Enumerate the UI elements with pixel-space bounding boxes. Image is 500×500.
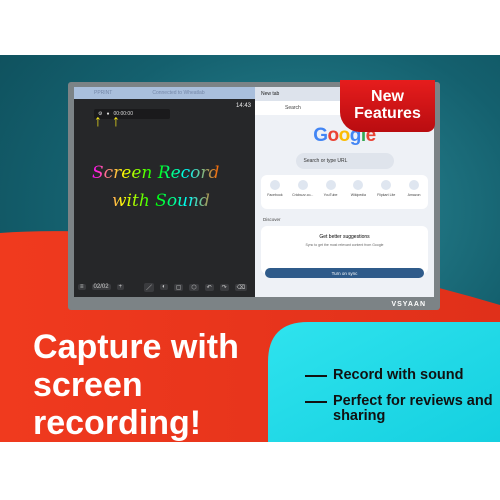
arrow-up-icon: ↑ — [94, 113, 102, 130]
status-text: PPRINT — [94, 90, 113, 96]
redo-icon[interactable]: ↷ — [219, 283, 229, 291]
pen-icon[interactable]: ／ — [144, 282, 155, 292]
shortcut[interactable]: Flipkart Lite — [374, 180, 398, 209]
mic-icon[interactable]: ● — [106, 111, 109, 117]
shortcut[interactable]: Amazon — [402, 180, 426, 209]
feature-list: Record with sound Perfect for reviews an… — [305, 368, 495, 435]
eraser-icon[interactable]: ◐ — [160, 284, 168, 290]
undo-icon[interactable]: ↶ — [204, 283, 214, 291]
feature-item: Perfect for reviews and sharing — [305, 394, 495, 424]
search-input[interactable]: Search or type URL — [295, 153, 394, 169]
discover-label: Discover — [263, 217, 281, 222]
status-text: Connected to Wheatlab — [152, 90, 205, 96]
shortcut[interactable]: YouTube — [319, 180, 343, 209]
arrow-up-icon: ↑ — [112, 113, 120, 130]
page-indicator[interactable]: 02/02 — [91, 284, 111, 290]
headline: Capture with screen recording! — [33, 328, 239, 442]
whiteboard-toolbar: ≡ 02/02 + ／ ◐ ▢ ⬡ ↶ ↷ ⌫ — [74, 281, 255, 293]
clear-icon[interactable]: ⌫ — [234, 283, 248, 291]
shortcut[interactable]: Cricbuzz.co... — [291, 180, 315, 209]
card-text: Sync to get the most relevant content fr… — [305, 243, 384, 247]
new-features-badge: New Features — [340, 80, 435, 132]
select-icon[interactable]: ▢ — [173, 283, 184, 291]
brand-logo: VSYAAN — [391, 301, 426, 308]
whiteboard-pane[interactable]: 14:43 ⚙ ● 00:00:00 ↑ ↑ Screen Record with S… — [74, 99, 255, 297]
clock: 14:43 — [235, 103, 251, 109]
card-title: Get better suggestions — [319, 234, 370, 240]
shape-icon[interactable]: ⬡ — [189, 283, 199, 291]
feature-item: Record with sound — [305, 368, 495, 383]
shortcut[interactable]: Wikipedia — [346, 180, 370, 209]
shortcuts: Facebook Cricbuzz.co... YouTube Wikipedi… — [261, 175, 428, 209]
recording-toolbar[interactable]: ⚙ ● 00:00:00 — [94, 109, 170, 119]
sync-button[interactable]: Turn on sync — [265, 268, 424, 278]
handwriting: Screen Record with Sound — [92, 159, 219, 215]
shortcut[interactable]: Facebook — [263, 180, 287, 209]
add-page-icon[interactable]: + — [116, 284, 125, 290]
menu-icon[interactable]: ≡ — [78, 284, 86, 290]
ad-page: PPRINT Connected to Wheatlab 14:43 ⚙ ● 00:… — [0, 0, 500, 500]
suggestion-card: Get better suggestions Sync to get the m… — [261, 226, 428, 278]
